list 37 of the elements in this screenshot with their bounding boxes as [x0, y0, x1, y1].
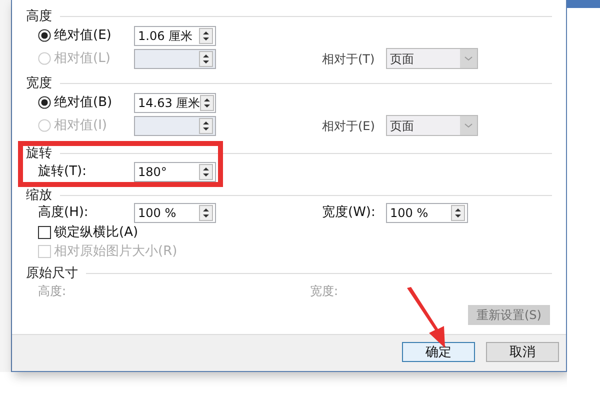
radio-label: 相对值(I) [54, 116, 107, 135]
spinner-icon[interactable] [200, 94, 214, 110]
relative-to-label: 相对于(T) [322, 50, 376, 68]
radio-button[interactable] [38, 96, 51, 109]
scale-width-label: 宽度(W): [322, 204, 376, 222]
radio-label: 相对值(L) [54, 50, 110, 68]
number-field[interactable]: 14.63 厘米 [134, 92, 216, 112]
number-field[interactable] [134, 48, 216, 68]
section-heading: 宽度 [26, 77, 52, 91]
number-field[interactable]: 180° [134, 162, 216, 182]
spinner-icon[interactable] [199, 28, 213, 44]
radio-label: 绝对值(B) [54, 94, 112, 112]
original-height-label: 高度: [38, 283, 68, 300]
dialog-button[interactable]: 取消 [486, 342, 559, 362]
scale-height-label: 高度(H): [38, 204, 90, 222]
spinner-icon[interactable] [199, 50, 213, 66]
section-heading: 缩放 [26, 189, 52, 203]
spinner-icon[interactable] [199, 118, 213, 134]
section-heading: 高度 [26, 10, 52, 24]
section-heading: 原始尺寸 [26, 267, 78, 281]
radio-label: 绝对值(E) [54, 26, 112, 45]
checkbox[interactable] [38, 226, 51, 239]
dialog-button[interactable]: 确定 [402, 342, 475, 362]
number-field[interactable]: 1.06 厘米 [134, 26, 216, 46]
spinner-icon[interactable] [199, 164, 213, 180]
radio-button[interactable] [38, 29, 51, 42]
checkbox-label: 锁定纵横比(A) [54, 224, 138, 242]
number-field[interactable]: 100 % [386, 203, 468, 223]
checkbox-label: 相对原始图片大小(R) [54, 242, 178, 261]
spinner-icon[interactable] [199, 205, 213, 221]
number-field[interactable]: 100 % [134, 203, 216, 223]
original-width-label: 宽度: [310, 283, 338, 300]
section-heading: 旋转 [26, 147, 52, 161]
number-field[interactable] [134, 116, 216, 136]
rotation-label: 旋转(T): [38, 163, 88, 182]
spinner-icon[interactable] [451, 205, 465, 221]
relative-to-label: 相对于(E) [322, 118, 376, 134]
